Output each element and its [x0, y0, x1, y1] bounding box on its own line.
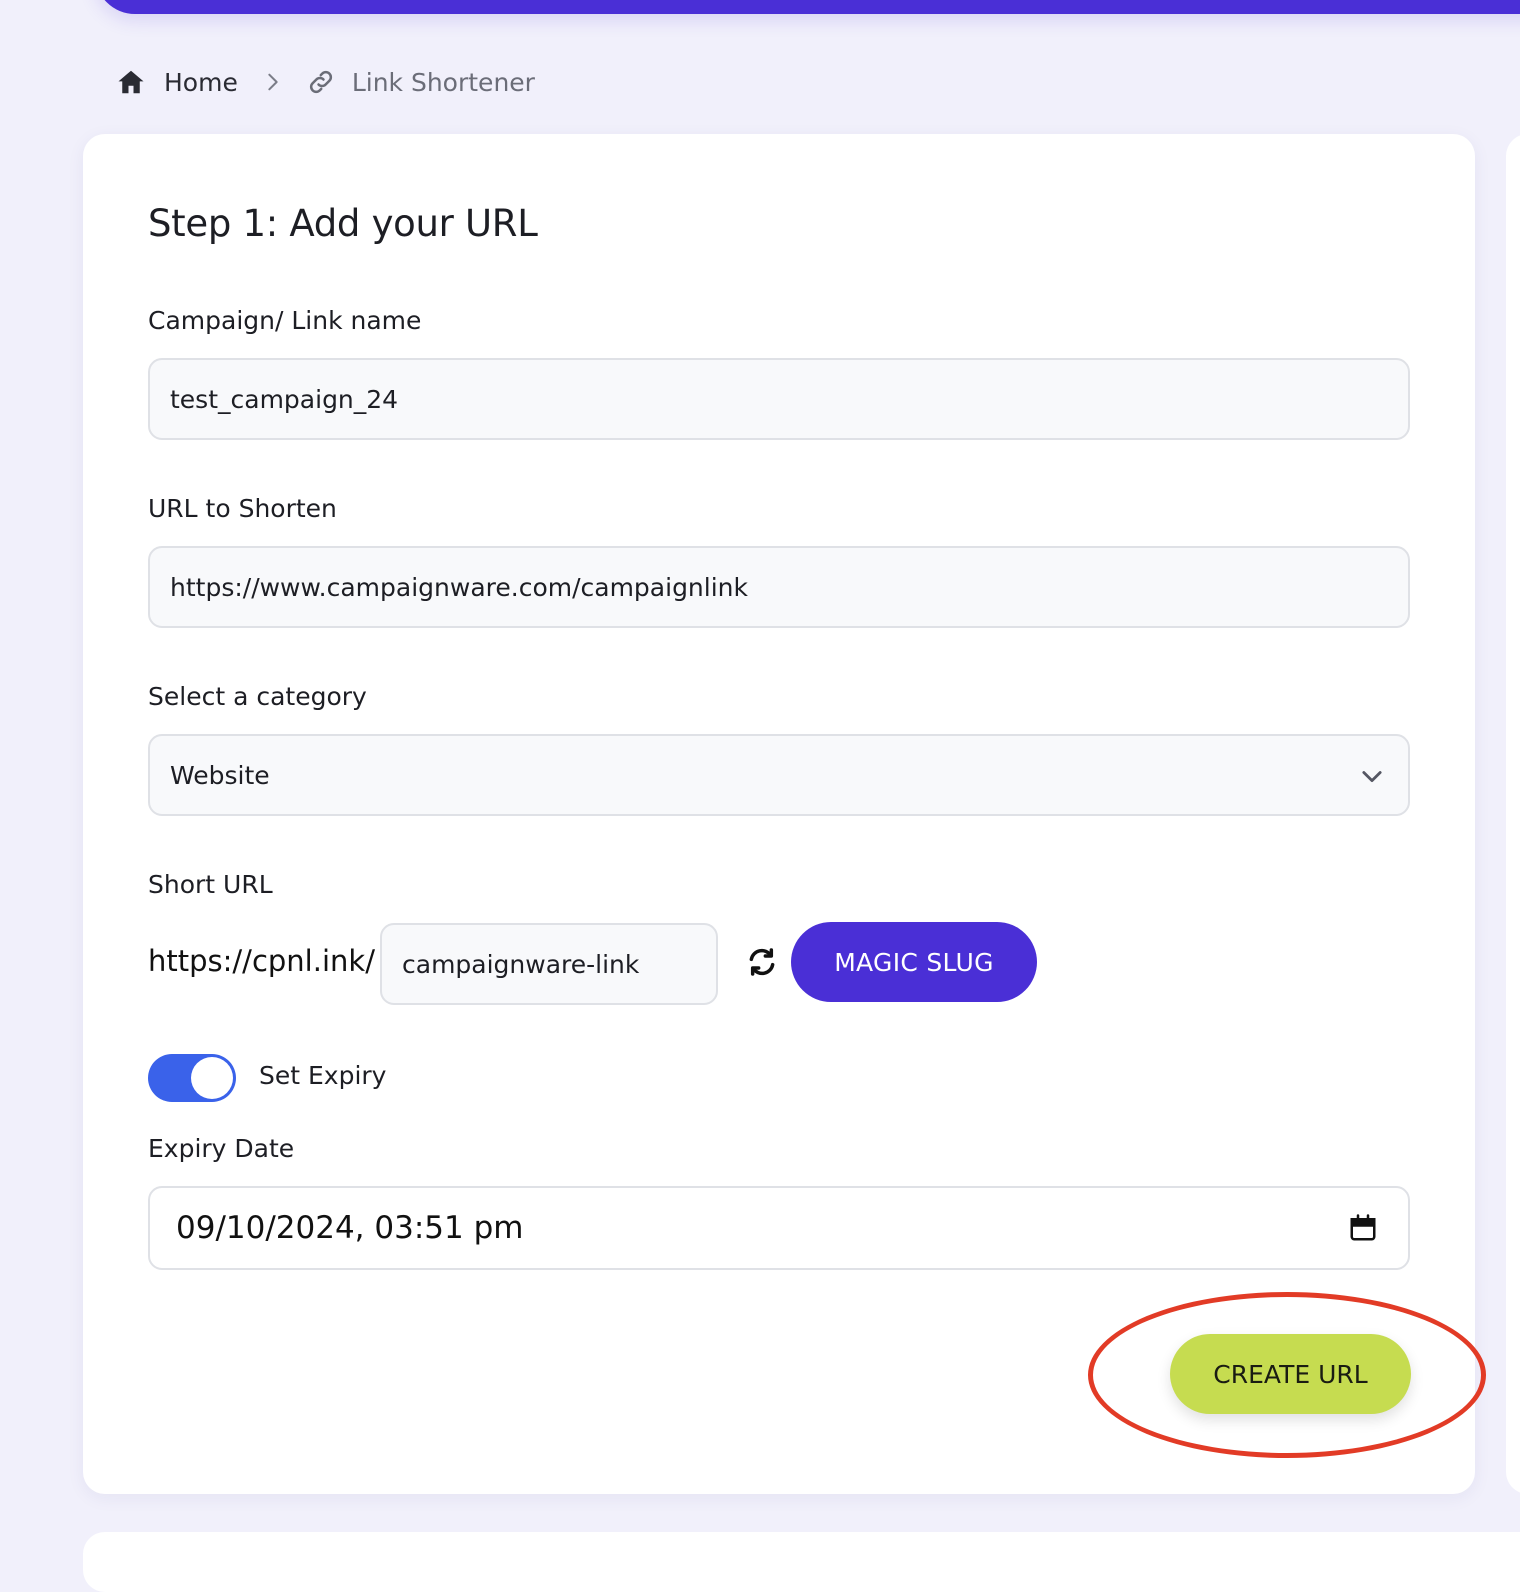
campaign-name-label: Campaign/ Link name — [148, 306, 422, 335]
breadcrumb-current: Link Shortener — [351, 67, 535, 97]
campaign-name-input[interactable]: test_campaign_24 — [148, 358, 1410, 440]
url-label: URL to Shorten — [148, 494, 337, 523]
expiry-toggle[interactable] — [148, 1054, 236, 1102]
expiry-date-value: 09/10/2024, 03:51 pm — [176, 1210, 524, 1246]
category-value: Website — [170, 760, 270, 790]
refresh-icon[interactable] — [746, 946, 778, 978]
page-title: Step 1: Add your URL — [148, 202, 538, 245]
toggle-knob — [191, 1057, 233, 1099]
campaign-name-value: test_campaign_24 — [170, 384, 399, 414]
url-value: https://www.campaignware.com/campaignlin… — [170, 572, 748, 602]
expiry-date-input[interactable]: 09/10/2024, 03:51 pm — [148, 1186, 1410, 1270]
category-select[interactable]: Website — [148, 734, 1410, 816]
url-input[interactable]: https://www.campaignware.com/campaignlin… — [148, 546, 1410, 628]
home-icon[interactable] — [116, 67, 146, 97]
calendar-icon[interactable] — [1348, 1212, 1378, 1244]
chevron-down-icon — [1358, 762, 1386, 790]
expiry-toggle-label: Set Expiry — [259, 1061, 387, 1090]
top-navbar — [95, 0, 1520, 14]
magic-slug-button[interactable]: MAGIC SLUG — [791, 922, 1037, 1002]
breadcrumb: Home Link Shortener — [116, 62, 535, 102]
chevron-right-icon — [262, 71, 284, 93]
breadcrumb-home[interactable]: Home — [164, 68, 238, 97]
bottom-panel — [83, 1532, 1520, 1592]
short-url-label: Short URL — [148, 870, 273, 899]
category-label: Select a category — [148, 682, 367, 711]
side-panel — [1506, 134, 1520, 1494]
link-icon — [306, 67, 336, 97]
add-url-card: Step 1: Add your URL Campaign/ Link name… — [83, 134, 1475, 1494]
slug-value: campaignware-link — [402, 949, 640, 979]
expiry-date-label: Expiry Date — [148, 1134, 295, 1163]
slug-input[interactable]: campaignware-link — [380, 923, 718, 1005]
highlight-circle-annotation — [1088, 1292, 1486, 1458]
short-url-prefix: https://cpnl.ink/ — [148, 944, 375, 978]
